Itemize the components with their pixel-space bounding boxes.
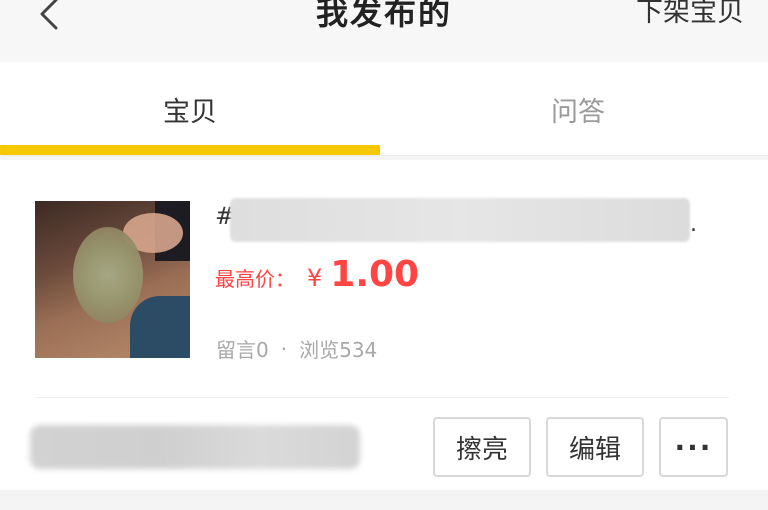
thumbnail-sleeve: [130, 296, 190, 358]
tab-divider: [0, 155, 768, 156]
card-divider: [35, 397, 729, 398]
item-price: 最高价： ¥ 1.00: [215, 254, 419, 295]
item-stats: 留言0 · 浏览534: [216, 334, 377, 363]
currency-symbol: ¥: [307, 264, 323, 292]
item-card[interactable]: # . 最高价： ¥ 1.00 留言0 · 浏览534 擦亮 编辑 ···: [0, 160, 768, 490]
tab-bar: 宝贝 问答: [0, 62, 768, 156]
tab-qa[interactable]: 问答: [388, 62, 768, 156]
tab-items[interactable]: 宝贝: [0, 62, 380, 156]
price-value: 1.00: [330, 254, 420, 295]
edit-button[interactable]: 编辑: [546, 417, 644, 477]
stats-separator: ·: [280, 336, 288, 361]
view-count: 浏览534: [299, 338, 378, 362]
polish-button[interactable]: 擦亮: [433, 417, 531, 477]
price-label: 最高价：: [215, 267, 295, 291]
item-thumbnail[interactable]: [35, 201, 190, 358]
thumbnail-blurred-object: [73, 227, 143, 323]
comment-count: 留言0: [216, 338, 269, 362]
navigation-bar: 我发布的 下架宝贝: [0, 0, 768, 62]
delist-items-button[interactable]: 下架宝贝: [636, 0, 744, 29]
item-title-suffix: .: [690, 212, 697, 237]
more-button[interactable]: ···: [659, 417, 728, 477]
redacted-info: [30, 425, 360, 469]
item-title-redacted[interactable]: [230, 198, 690, 242]
active-tab-indicator: [0, 145, 380, 155]
